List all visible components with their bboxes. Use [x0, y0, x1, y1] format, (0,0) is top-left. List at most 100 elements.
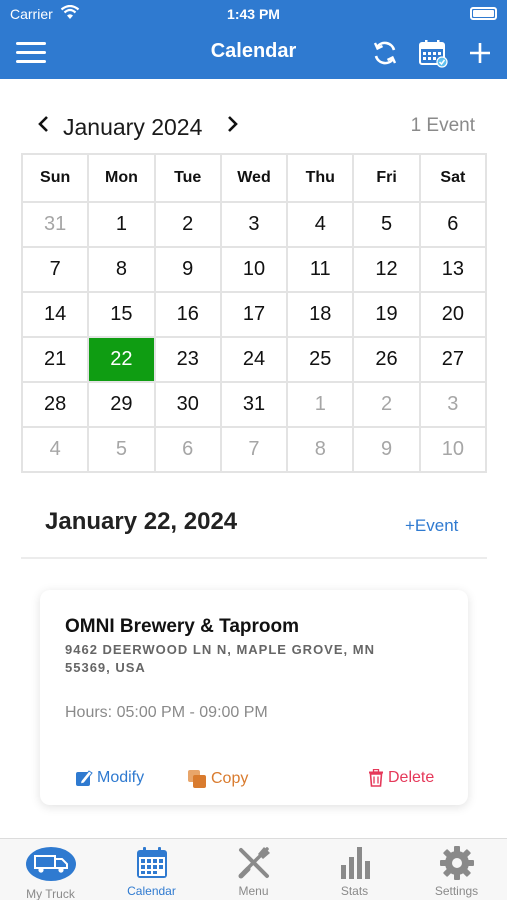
week-row: 7 8 9 10 11 12 13 — [20, 246, 488, 293]
delete-button[interactable]: Delete — [368, 769, 434, 787]
calendar-day[interactable]: 20 — [418, 291, 488, 338]
calendar-icon — [136, 847, 167, 878]
calendar-day[interactable]: 3 — [418, 381, 488, 428]
calendar-day[interactable]: 7 — [20, 246, 90, 293]
copy-button[interactable]: Copy — [187, 769, 248, 789]
selected-date-heading: January 22, 2024 — [45, 508, 238, 535]
weekday-label: Fri — [352, 153, 421, 203]
calendar-day[interactable]: 10 — [219, 246, 289, 293]
next-month-icon[interactable] — [222, 112, 242, 136]
copy-icon — [188, 770, 206, 788]
calendar-day[interactable]: 1 — [87, 201, 156, 248]
tab-calendar[interactable]: Calendar — [101, 839, 202, 900]
selected-day[interactable]: 22 — [87, 336, 156, 383]
calendar-day[interactable]: 31 — [20, 201, 90, 248]
calendar-day[interactable]: 5 — [352, 201, 421, 248]
event-hours: Hours: 05:00 PM - 09:00 PM — [65, 704, 268, 721]
weekday-label: Wed — [219, 153, 289, 203]
weekday-label: Tue — [153, 153, 222, 203]
modify-button[interactable]: Modify — [75, 769, 144, 787]
weekday-label: Mon — [87, 153, 156, 203]
calendar-day[interactable]: 9 — [153, 246, 222, 293]
calendar-day[interactable]: 2 — [153, 201, 222, 248]
gear-icon — [439, 846, 474, 880]
calendar-day[interactable]: 27 — [418, 336, 488, 383]
tab-bar: My Truck Calendar Menu Stats Settings — [0, 838, 507, 900]
calendar-day[interactable]: 6 — [153, 426, 222, 473]
calendar-day[interactable]: 1 — [286, 381, 355, 428]
tab-label: Settings — [434, 884, 479, 898]
truck-icon — [25, 847, 76, 881]
calendar-day[interactable]: 7 — [219, 426, 289, 473]
status-time: 1:43 PM — [227, 6, 280, 22]
calendar-day[interactable]: 8 — [87, 246, 156, 293]
tab-stats[interactable]: Stats — [304, 839, 405, 900]
event-count: 1 Event — [410, 115, 475, 136]
refresh-icon[interactable] — [370, 38, 400, 68]
tab-my-truck[interactable]: My Truck — [0, 839, 101, 900]
calendar-day[interactable]: 3 — [219, 201, 289, 248]
status-bar: Carrier 1:43 PM — [0, 0, 507, 28]
calendar-day[interactable]: 25 — [286, 336, 355, 383]
calendar-day[interactable]: 4 — [286, 201, 355, 248]
add-event-button[interactable]: +Event — [405, 516, 458, 536]
week-row: 28 29 30 31 1 2 3 — [20, 381, 488, 428]
weekday-label: Sun — [20, 153, 90, 203]
stats-icon — [340, 847, 370, 879]
calendar-day[interactable]: 13 — [418, 246, 488, 293]
calendar-day[interactable]: 30 — [153, 381, 222, 428]
week-row: 14 15 16 17 18 19 20 — [20, 291, 488, 338]
tab-label: Stats — [340, 884, 369, 898]
tab-menu[interactable]: Menu — [203, 839, 304, 900]
calendar-day[interactable]: 10 — [418, 426, 488, 473]
edit-icon — [76, 770, 93, 786]
add-icon[interactable] — [465, 38, 495, 68]
calendar-day[interactable]: 9 — [352, 426, 421, 473]
month-header: January 2024 1 Event — [20, 108, 487, 144]
trash-icon — [369, 769, 383, 787]
divider — [21, 557, 487, 559]
calendar-day[interactable]: 14 — [20, 291, 90, 338]
weekday-label: Thu — [286, 153, 355, 203]
calendar-day[interactable]: 21 — [20, 336, 90, 383]
calendar-day[interactable]: 29 — [87, 381, 156, 428]
calendar-day[interactable]: 19 — [352, 291, 421, 338]
calendar-day[interactable]: 4 — [20, 426, 90, 473]
event-name: OMNI Brewery & Taproom — [65, 616, 300, 637]
calendar-day[interactable]: 12 — [352, 246, 421, 293]
calendar-day[interactable]: 2 — [352, 381, 421, 428]
week-row: 4 5 6 7 8 9 10 — [20, 426, 488, 473]
navigation-bar: Calendar — [0, 28, 507, 79]
calendar-day[interactable]: 15 — [87, 291, 156, 338]
calendar-day[interactable]: 18 — [286, 291, 355, 338]
calendar-day[interactable]: 17 — [219, 291, 289, 338]
weekday-row: Sun Mon Tue Wed Thu Fri Sat — [20, 153, 488, 203]
tab-label: Menu — [238, 884, 269, 898]
event-address: 9462 DEERWOOD LN N, MAPLE GROVE, MN 5536… — [65, 642, 375, 675]
tab-label: My Truck — [26, 887, 75, 900]
battery-icon — [470, 7, 497, 20]
week-row: 21 22 23 24 25 26 27 — [20, 336, 488, 383]
calendar-day[interactable]: 26 — [352, 336, 421, 383]
calendar-day[interactable]: 28 — [20, 381, 90, 428]
calendar-sync-icon[interactable] — [418, 38, 448, 68]
weekday-label: Sat — [418, 153, 488, 203]
calendar-day[interactable]: 23 — [153, 336, 222, 383]
modify-label: Modify — [97, 769, 145, 786]
copy-label: Copy — [211, 770, 249, 787]
calendar-day[interactable]: 11 — [286, 246, 355, 293]
calendar-day[interactable]: 5 — [87, 426, 156, 473]
week-row: 31 1 2 3 4 5 6 — [20, 201, 488, 248]
calendar-day[interactable]: 6 — [418, 201, 488, 248]
utensils-icon — [238, 847, 270, 879]
calendar-grid: Sun Mon Tue Wed Thu Fri Sat 31 1 2 3 4 5… — [20, 153, 488, 473]
tab-settings[interactable]: Settings — [406, 839, 507, 900]
calendar-day[interactable]: 8 — [286, 426, 355, 473]
calendar-day[interactable]: 31 — [219, 381, 289, 428]
delete-label: Delete — [388, 769, 435, 786]
previous-month-icon[interactable] — [34, 112, 54, 136]
month-label: January 2024 — [63, 114, 203, 140]
calendar-day[interactable]: 16 — [153, 291, 222, 338]
calendar-day[interactable]: 24 — [219, 336, 289, 383]
event-card[interactable]: OMNI Brewery & Taproom 9462 DEERWOOD LN … — [40, 590, 468, 805]
